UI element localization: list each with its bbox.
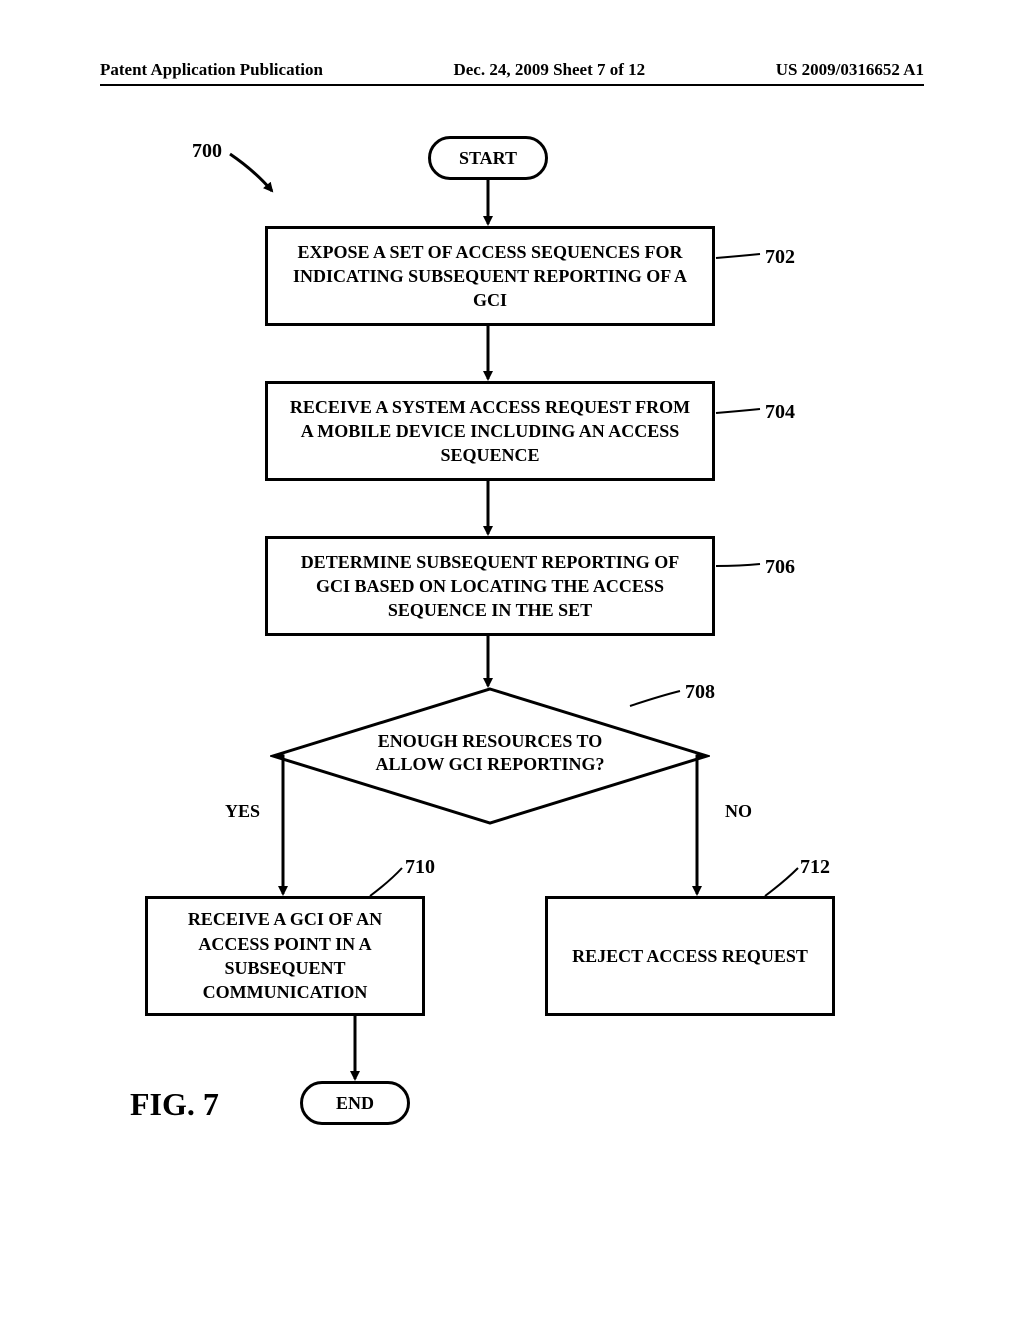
ref-704: 704 [765,401,795,424]
ref-700: 700 [192,140,222,163]
page: Patent Application Publication Dec. 24, … [100,60,924,1260]
process-712: REJECT ACCESS REQUEST [545,896,835,1016]
header-left: Patent Application Publication [100,60,323,80]
ref-706: 706 [765,556,795,579]
process-712-text: REJECT ACCESS REQUEST [572,944,808,968]
branch-no: NO [725,801,752,822]
process-706-text: DETERMINE SUBSEQUENT REPORTING OF GCI BA… [282,550,698,623]
end-label: END [336,1093,374,1114]
process-702: EXPOSE A SET OF ACCESS SEQUENCES FOR IND… [265,226,715,326]
process-706: DETERMINE SUBSEQUENT REPORTING OF GCI BA… [265,536,715,636]
decision-708: ENOUGH RESOURCES TO ALLOW GCI REPORTING? [270,686,710,826]
ref-708: 708 [685,681,715,704]
process-710: RECEIVE A GCI OF AN ACCESS POINT IN A SU… [145,896,425,1016]
header-center: Dec. 24, 2009 Sheet 7 of 12 [453,60,645,80]
ref-712: 712 [800,856,830,879]
start-terminator: START [428,136,548,180]
ref-710: 710 [405,856,435,879]
end-terminator: END [300,1081,410,1125]
process-704-text: RECEIVE A SYSTEM ACCESS REQUEST FROM A M… [282,395,698,468]
header-right: US 2009/0316652 A1 [776,60,924,80]
ref-702: 702 [765,246,795,269]
branch-yes: YES [225,801,260,822]
flowchart-canvas: START 700 EXPOSE A SET OF ACCESS SEQUENC… [100,96,924,1196]
decision-708-text: ENOUGH RESOURCES TO ALLOW GCI REPORTING? [360,730,620,777]
page-header: Patent Application Publication Dec. 24, … [100,60,924,86]
figure-caption: FIG. 7 [130,1086,219,1123]
process-702-text: EXPOSE A SET OF ACCESS SEQUENCES FOR IND… [282,240,698,313]
process-710-text: RECEIVE A GCI OF AN ACCESS POINT IN A SU… [162,907,408,1004]
start-label: START [459,148,517,169]
process-704: RECEIVE A SYSTEM ACCESS REQUEST FROM A M… [265,381,715,481]
